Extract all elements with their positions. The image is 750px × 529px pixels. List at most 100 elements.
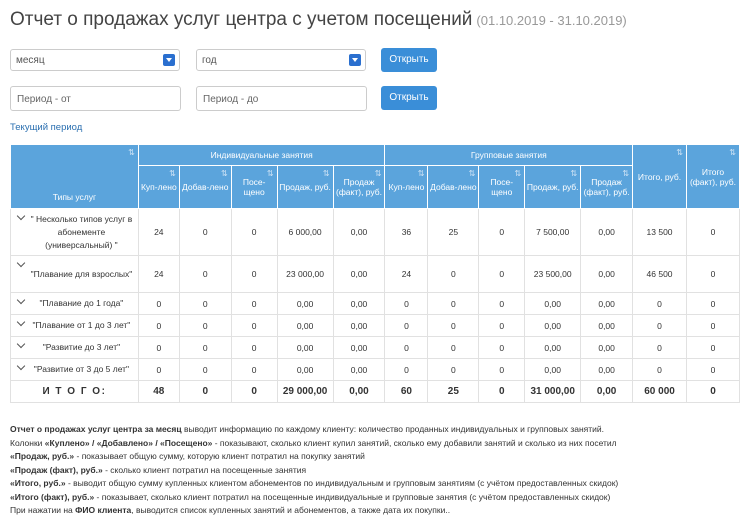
table-cell: 0,00 bbox=[332, 292, 386, 315]
total-cell: 29 000,00 bbox=[276, 380, 334, 403]
table-cell: 0 bbox=[230, 292, 278, 315]
col-total-fact[interactable]: ⇅ Итого (факт), руб. bbox=[685, 144, 741, 209]
table-cell: 0 bbox=[478, 255, 526, 293]
table-cell: 23 000,00 bbox=[276, 255, 334, 293]
sort-icon: ⇅ bbox=[221, 169, 228, 178]
chevron-down-icon[interactable] bbox=[16, 211, 26, 221]
subheader-cell[interactable]: ⇅ Посе-щено bbox=[230, 165, 278, 209]
chevron-down-icon[interactable] bbox=[16, 258, 26, 268]
subheader-cell[interactable]: ⇅ Продаж, руб. bbox=[524, 165, 582, 209]
table-row: "Плавание до 1 года" 0 0 0 0,00 0,00 0 0 0 0,00 0,… bbox=[10, 292, 741, 315]
table-cell: 24 bbox=[137, 255, 180, 293]
service-type-cell[interactable]: "Плавание до 1 года" bbox=[10, 292, 139, 315]
sort-icon: ⇅ bbox=[570, 169, 578, 178]
desc-line: «Итого (факт), руб.» - показывает, сколь… bbox=[10, 491, 745, 505]
total-cell: 31 000,00 bbox=[524, 380, 582, 403]
subheader-cell[interactable]: ⇅ Добав-лено bbox=[178, 165, 232, 209]
open-button[interactable]: Открыть bbox=[381, 48, 437, 72]
table-row: "Плавание для взрослых" 24 0 0 23 000,00 0,00… bbox=[10, 255, 741, 293]
service-type-cell[interactable]: "Плавание для взрослых" bbox=[10, 255, 139, 293]
table-cell: 0 bbox=[685, 208, 741, 256]
table-cell: 7 500,00 bbox=[524, 208, 582, 256]
service-type-cell[interactable]: "Развитие от 3 до 5 лет" bbox=[10, 358, 139, 381]
service-type-label: "Плавание от 1 до 3 лет" bbox=[32, 320, 131, 330]
table-cell: 0 bbox=[384, 336, 429, 359]
table-cell: 0 bbox=[230, 358, 278, 381]
table-cell: 0,00 bbox=[332, 208, 386, 256]
total-cell: 60 000 bbox=[632, 380, 687, 403]
table-cell: 0,00 bbox=[580, 208, 634, 256]
chevron-down-icon[interactable] bbox=[16, 295, 26, 305]
period-from-input[interactable]: Период - от bbox=[10, 86, 181, 111]
table-cell: 0 bbox=[230, 208, 278, 256]
desc-text: При нажатии на bbox=[10, 505, 76, 515]
year-select[interactable]: год bbox=[196, 49, 366, 71]
subheader-cell[interactable]: ⇅ Куп-лено bbox=[384, 165, 429, 209]
subheader-cell[interactable]: ⇅ Продаж, руб. bbox=[276, 165, 334, 209]
table-cell: 0 bbox=[230, 314, 278, 337]
service-type-cell[interactable]: "Развитие до 3 лет" bbox=[10, 336, 139, 359]
table-cell: 0 bbox=[478, 314, 526, 337]
table-cell: 0 bbox=[478, 336, 526, 359]
subheader-cell[interactable]: ⇅ Посе-щено bbox=[478, 165, 526, 209]
subheader-cell[interactable]: ⇅ Куп-лено bbox=[137, 165, 180, 209]
table-cell: 25 bbox=[427, 208, 480, 256]
table-cell: 0,00 bbox=[580, 292, 634, 315]
subheader-label: Продаж, руб. bbox=[526, 182, 579, 192]
col-types[interactable]: ⇅ Типы услуг bbox=[10, 144, 139, 209]
col-total[interactable]: ⇅ Итого, руб. bbox=[632, 144, 687, 209]
table-row: "Плавание от 1 до 3 лет" 0 0 0 0,00 0,00 0 0 0 0,… bbox=[10, 314, 741, 337]
table-cell: 0,00 bbox=[332, 358, 386, 381]
group-group-label: Групповые занятия bbox=[470, 150, 547, 160]
chevron-down-icon[interactable] bbox=[16, 317, 26, 327]
total-cell: 0,00 bbox=[332, 380, 386, 403]
desc-bold: Отчет о продажах услуг центра за месяц bbox=[10, 424, 182, 434]
table-cell: 0 bbox=[685, 314, 741, 337]
month-select[interactable]: месяц bbox=[10, 49, 180, 71]
subheader-label: Посе-щено bbox=[490, 177, 514, 197]
sales-report-table: ⇅ Типы услуг Индивидуальные занятия Групп… bbox=[10, 144, 741, 403]
table-row: "Развитие до 3 лет" 0 0 0 0,00 0,00 0 0 0 0,00 0,0… bbox=[10, 336, 741, 359]
current-period-link[interactable]: Текущий период bbox=[10, 122, 82, 133]
table-cell: 0 bbox=[427, 255, 480, 293]
table-cell: 0 bbox=[178, 336, 232, 359]
table-cell: 0 bbox=[230, 336, 278, 359]
desc-line: «Продаж, руб.» - показывает общую сумму,… bbox=[10, 450, 745, 464]
chevron-down-icon[interactable] bbox=[16, 361, 26, 371]
table-cell: 0 bbox=[137, 292, 180, 315]
total-cell: 0 bbox=[230, 380, 278, 403]
total-cell: 0 bbox=[178, 380, 232, 403]
table-cell: 0 bbox=[178, 292, 232, 315]
table-cell: 0 bbox=[427, 358, 480, 381]
total-label: И Т О Г О: bbox=[10, 380, 139, 403]
table-cell: 0 bbox=[685, 292, 741, 315]
group-individual-label: Индивидуальные занятия bbox=[210, 150, 313, 160]
table-cell: 0,00 bbox=[276, 358, 334, 381]
table-cell: 13 500 bbox=[632, 208, 687, 256]
subheader-label: Продаж, руб. bbox=[279, 182, 331, 192]
subheader-cell[interactable]: ⇅ Продаж (факт), руб. bbox=[580, 165, 634, 209]
table-cell: 0 bbox=[478, 208, 526, 256]
subheader-cell[interactable]: ⇅ Добав-лено bbox=[427, 165, 480, 209]
sort-icon: ⇅ bbox=[374, 169, 382, 178]
total-cell: 25 bbox=[427, 380, 480, 403]
table-cell: 0,00 bbox=[332, 314, 386, 337]
page-title-text: Отчет о продажах услуг центра с учетом п… bbox=[10, 9, 473, 30]
sort-icon: ⇅ bbox=[514, 169, 522, 178]
col-total-label: Итого, руб. bbox=[637, 171, 682, 182]
service-type-label: "Плавание до 1 года" bbox=[39, 298, 124, 308]
table-cell: 0 bbox=[384, 292, 429, 315]
chevron-down-icon bbox=[349, 54, 361, 66]
service-type-cell[interactable]: "Плавание от 1 до 3 лет" bbox=[10, 314, 139, 337]
period-to-input[interactable]: Период - до bbox=[196, 86, 367, 111]
subheader-cell[interactable]: ⇅ Продаж (факт), руб. bbox=[332, 165, 386, 209]
subheader-label: Продаж (факт), руб. bbox=[583, 177, 630, 197]
chevron-down-icon[interactable] bbox=[16, 339, 26, 349]
service-type-label: "Развитие до 3 лет" bbox=[42, 342, 121, 352]
desc-bold: «Итого (факт), руб.» bbox=[10, 491, 95, 502]
service-type-label: " Несколько типов услуг в абонементе (ун… bbox=[30, 213, 133, 250]
table-cell: 0 bbox=[685, 255, 741, 293]
desc-bold: «Итого, руб.» bbox=[10, 478, 66, 488]
service-type-cell[interactable]: " Несколько типов услуг в абонементе (ун… bbox=[10, 208, 139, 256]
open-period-button[interactable]: Открыть bbox=[381, 86, 437, 110]
